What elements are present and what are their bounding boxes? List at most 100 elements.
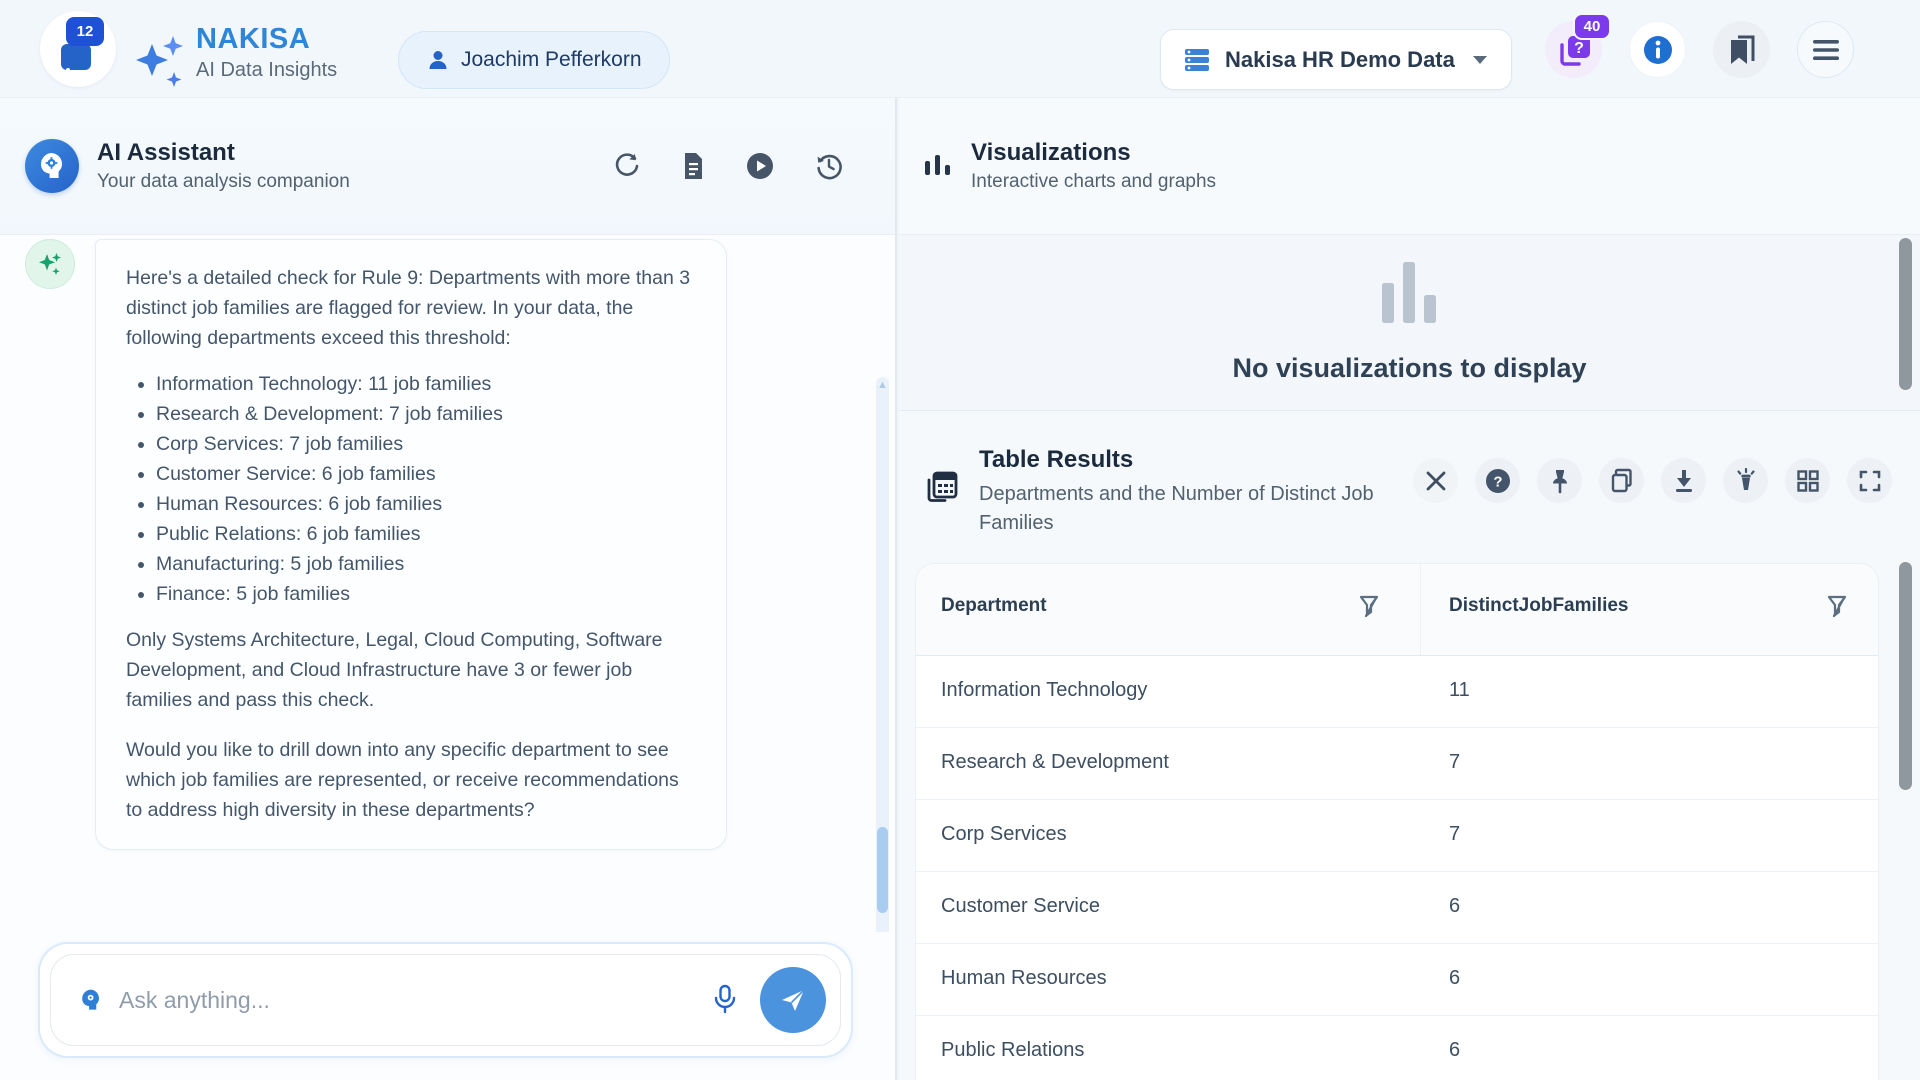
person-icon: [426, 48, 450, 72]
user-button[interactable]: Joachim Pefferkorn: [398, 31, 670, 89]
cell-department: Human Resources: [941, 967, 1107, 990]
play-button[interactable]: [746, 152, 774, 180]
brand-subtitle: AI Data Insights: [196, 59, 337, 82]
visualizations-title: Visualizations: [971, 139, 1216, 167]
table-results-header: Table Results Departments and the Number…: [899, 412, 1920, 564]
info-button[interactable]: [1629, 21, 1686, 78]
brand: NAKISA AI Data Insights: [196, 23, 337, 82]
bullet-item: Corp Services: 7 job families: [156, 429, 696, 459]
bullet-item: Public Relations: 6 job families: [156, 519, 696, 549]
cell-value: 7: [1449, 751, 1460, 774]
sparkles-icon: [126, 28, 192, 99]
ai-assistant-panel: AI Assistant Your data analysis companio…: [0, 98, 897, 1080]
dataset-selector[interactable]: Nakisa HR Demo Data: [1160, 29, 1512, 90]
top-bar: 12 NAKISA AI Data Insights Joachim Peffe…: [0, 0, 1920, 98]
chat-scrollbar-thumb[interactable]: [877, 827, 888, 913]
app-logo[interactable]: 12: [40, 11, 116, 87]
table-row: Information Technology 11: [916, 656, 1878, 728]
grid-view-button[interactable]: [1785, 458, 1830, 503]
filter-icon[interactable]: [1354, 590, 1386, 624]
assistant-message: Here's a detailed check for Rule 9: Depa…: [0, 235, 895, 850]
chat-transcript: Here's a detailed check for Rule 9: Depa…: [0, 235, 895, 932]
bullet-item: Finance: 5 job families: [156, 579, 696, 609]
results-table: Department DistinctJobFamilies Informati…: [916, 564, 1878, 1080]
cell-department: Research & Development: [941, 751, 1169, 774]
database-list-icon: [1183, 46, 1211, 74]
column-header-distinctjobfamilies: DistinctJobFamilies: [1449, 595, 1629, 617]
cell-value: 6: [1449, 1039, 1460, 1062]
close-button[interactable]: [1413, 458, 1458, 503]
bar-chart-icon: [923, 150, 953, 182]
refresh-button[interactable]: [614, 153, 640, 179]
table-results-title: Table Results: [979, 446, 1399, 474]
chat-scrollbar[interactable]: ▲ ▼: [876, 377, 889, 932]
table-row: Customer Service 6: [916, 872, 1878, 944]
chevron-down-icon: [1471, 54, 1489, 66]
table-results-section: Table Results Departments and the Number…: [899, 412, 1920, 1080]
info-icon: [1642, 34, 1674, 66]
input-ring: [38, 942, 853, 1058]
cell-value: 11: [1449, 679, 1470, 702]
help-button[interactable]: ? 40: [1545, 21, 1602, 78]
brand-name: NAKISA: [196, 23, 337, 56]
assistant-header: AI Assistant Your data analysis companio…: [0, 98, 895, 235]
message-bubble: Here's a detailed check for Rule 9: Depa…: [95, 239, 727, 850]
department-bullet-list: Information Technology: 11 job families …: [126, 369, 696, 609]
ask-input[interactable]: [119, 987, 690, 1014]
copy-button[interactable]: [1599, 458, 1644, 503]
table-toolbar: ?: [1413, 458, 1892, 503]
visualizations-subtitle: Interactive charts and graphs: [971, 171, 1216, 193]
visualizations-scrollbar-thumb[interactable]: [1899, 238, 1912, 390]
table-row: Research & Development 7: [916, 728, 1878, 800]
insight-flashlight-button[interactable]: [1723, 458, 1768, 503]
cell-value: 6: [1449, 895, 1460, 918]
empty-chart-icon: [1381, 261, 1439, 325]
assistant-sparkle-avatar: [25, 239, 75, 289]
table-scrollbar-thumb[interactable]: [1899, 562, 1912, 790]
assistant-subtitle: Your data analysis companion: [97, 171, 350, 193]
assistant-head-icon: [79, 988, 103, 1012]
bookmark-icon: [1727, 34, 1757, 66]
user-name: Joachim Pefferkorn: [461, 48, 642, 72]
help-info-button[interactable]: ?: [1475, 458, 1520, 503]
document-button[interactable]: [681, 152, 705, 180]
chat-input-area: [0, 932, 895, 1080]
empty-state-text: No visualizations to display: [1232, 353, 1586, 384]
green-sparkles-icon: [35, 249, 65, 279]
bookmarks-button[interactable]: [1713, 21, 1770, 78]
pin-button[interactable]: [1537, 458, 1582, 503]
input-pill: [50, 954, 841, 1046]
send-button[interactable]: [760, 967, 826, 1033]
cell-department: Customer Service: [941, 895, 1100, 918]
filter-icon[interactable]: [1822, 590, 1854, 624]
scroll-up-arrow[interactable]: ▲: [876, 379, 889, 391]
app-root: 12 NAKISA AI Data Insights Joachim Peffe…: [0, 0, 1920, 1080]
table-row: Corp Services 7: [916, 800, 1878, 872]
visualizations-header: Visualizations Interactive charts and gr…: [899, 98, 1920, 235]
column-divider: [1420, 564, 1421, 655]
fullscreen-button[interactable]: [1847, 458, 1892, 503]
cell-department: Information Technology: [941, 679, 1147, 702]
history-button[interactable]: [815, 152, 843, 180]
microphone-button[interactable]: [706, 978, 744, 1022]
table-results-subtitle: Departments and the Number of Distinct J…: [979, 480, 1399, 538]
bullet-item: Manufacturing: 5 job families: [156, 549, 696, 579]
hamburger-icon: [1812, 39, 1840, 61]
logo-notification-badge: 12: [66, 17, 104, 46]
bullet-item: Information Technology: 11 job families: [156, 369, 696, 399]
help-count-badge: 40: [1573, 13, 1611, 40]
table-icon: [923, 468, 961, 511]
visualizations-empty-state: No visualizations to display: [899, 235, 1920, 411]
menu-button[interactable]: [1797, 21, 1854, 78]
paper-plane-icon: [778, 985, 808, 1015]
dataset-label: Nakisa HR Demo Data: [1225, 47, 1457, 73]
message-summary: Only Systems Architecture, Legal, Cloud …: [126, 625, 696, 715]
svg-text:?: ?: [1574, 40, 1584, 57]
svg-text:?: ?: [1493, 473, 1502, 490]
cell-value: 7: [1449, 823, 1460, 846]
cell-department: Public Relations: [941, 1039, 1084, 1062]
head-gear-icon: [37, 151, 67, 181]
message-followup: Would you like to drill down into any sp…: [126, 735, 696, 825]
download-button[interactable]: [1661, 458, 1706, 503]
column-header-department: Department: [941, 595, 1047, 617]
